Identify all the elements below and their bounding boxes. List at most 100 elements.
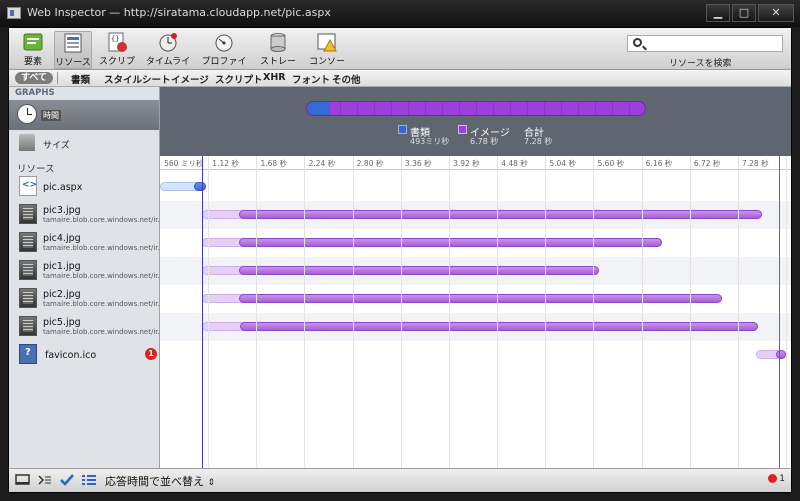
legend-value: 7.28 秒 <box>524 137 553 146</box>
resource-item-pic5[interactable]: pic5.jpg tamaire.blob.core.windows.net/i… <box>9 313 164 341</box>
ruler-tick-label: 5.60 秒 <box>597 159 625 168</box>
timeline-row[interactable] <box>160 229 791 257</box>
timeline-gridline <box>400 156 402 468</box>
resources-icon <box>62 32 84 54</box>
sort-label: 応答時間で並べ替え <box>105 475 204 488</box>
download-bar <box>239 210 762 219</box>
summary-document-segment <box>307 102 331 115</box>
console-toggle-icon[interactable] <box>37 473 53 487</box>
app-icon <box>7 7 21 19</box>
ruler-tick-label: 7.28 秒 <box>742 159 769 168</box>
ruler-tick-label: 3.36 秒 <box>404 159 432 168</box>
resources-sidebar: GRAPHS 時間 サイズ リソース pic.aspx pic3.jpg tam… <box>9 87 164 468</box>
filter-stylesheets[interactable]: スタイルシート <box>104 72 171 86</box>
timeline-gridline <box>304 156 306 468</box>
tab-timeline[interactable]: タイムライン <box>143 31 193 80</box>
graph-size-label: サイズ <box>43 141 70 151</box>
resource-host: tamaire.blob.core.windows.net/ir... <box>43 216 165 224</box>
resource-host: tamaire.blob.core.windows.net/ir... <box>43 300 165 308</box>
inspector-frame: 要素 リソース {} スクリプト タイムライン <box>8 27 792 493</box>
search-label: リソースを検索 <box>669 59 732 69</box>
legend-swatch <box>398 125 407 134</box>
tab-resources[interactable]: リソース <box>54 31 92 69</box>
maximize-button[interactable]: □ <box>732 4 756 22</box>
graph-time-item[interactable]: 時間 <box>9 100 159 130</box>
tab-elements[interactable]: 要素 <box>15 31 51 69</box>
tab-console[interactable]: コンソール <box>305 31 349 80</box>
image-file-icon <box>19 204 37 224</box>
ruler-tick-label: 3.92 秒 <box>453 159 480 168</box>
graphs-header: GRAPHS <box>15 88 55 98</box>
resource-host: tamaire.blob.core.windows.net/ir... <box>43 328 165 336</box>
timeline-row[interactable] <box>160 201 791 229</box>
image-file-icon <box>19 316 37 336</box>
filter-scripts[interactable]: スクリプト <box>215 72 263 86</box>
tab-scripts[interactable]: {} スクリプト <box>97 31 137 80</box>
filter-images[interactable]: イメージ <box>171 72 209 86</box>
filter-all[interactable]: すべて <box>15 72 54 84</box>
image-file-icon <box>19 260 37 280</box>
console-icon <box>316 31 338 53</box>
resource-item-pic4[interactable]: pic4.jpg tamaire.blob.core.windows.net/i… <box>9 229 164 257</box>
search-input[interactable] <box>646 37 780 51</box>
sort-arrow-icon: ⇕ <box>207 478 216 488</box>
close-button[interactable]: ✕ <box>758 4 794 22</box>
timeline-row[interactable] <box>160 313 791 341</box>
filter-documents[interactable]: 書類 <box>71 72 90 86</box>
timeline-gridline <box>208 156 210 468</box>
tab-profiles[interactable]: プロファイル <box>199 31 249 80</box>
profiles-icon <box>213 31 235 53</box>
legend-swatch <box>458 125 467 134</box>
download-bar <box>239 294 722 303</box>
minimize-button[interactable]: ▁ <box>706 4 730 22</box>
timeline-row[interactable] <box>160 285 791 313</box>
timeline-row[interactable] <box>160 341 791 369</box>
error-count: 1 <box>779 474 785 484</box>
resource-name: pic5.jpg <box>43 317 81 328</box>
list-view-icon[interactable] <box>81 473 97 487</box>
sort-select[interactable]: 応答時間で並べ替え ⇕ <box>105 473 215 489</box>
timeline-gridline <box>448 156 450 468</box>
resource-host: tamaire.blob.core.windows.net/ir... <box>43 244 165 252</box>
dock-toggle-icon[interactable] <box>15 473 31 487</box>
ruler-tick-label: 2.24 秒 <box>308 159 336 168</box>
timeline-row[interactable] <box>160 173 791 201</box>
resource-filter-bar: すべて 書類 スタイルシート イメージ スクリプト XHR フォント その他 <box>9 70 791 87</box>
timeline-row[interactable] <box>160 257 791 285</box>
ruler-tick-label: 6.72 秒 <box>693 159 721 168</box>
load-event-line <box>779 156 781 468</box>
timeline-gridline <box>256 156 258 468</box>
resource-item-pic1[interactable]: pic1.jpg tamaire.blob.core.windows.net/i… <box>9 257 164 285</box>
resource-name: pic3.jpg <box>43 205 81 216</box>
download-bar <box>193 182 207 191</box>
summary-bar <box>306 101 646 116</box>
timeline-gridline <box>737 156 739 468</box>
resource-item-pic-aspx[interactable]: pic.aspx <box>9 173 159 201</box>
filter-other[interactable]: その他 <box>332 72 361 86</box>
resource-host: tamaire.blob.core.windows.net/ir... <box>43 272 165 280</box>
timeline-gridline <box>352 156 354 468</box>
clock-icon <box>17 104 37 124</box>
resource-item-pic3[interactable]: pic3.jpg tamaire.blob.core.windows.net/i… <box>9 201 164 229</box>
error-counter[interactable]: 1 <box>768 474 785 484</box>
title-bar: Web Inspector — http://siratama.cloudapp… <box>0 0 800 27</box>
timeline-gridline <box>786 156 787 468</box>
inspector-window: Web Inspector — http://siratama.cloudapp… <box>0 0 800 501</box>
timeline-icon <box>157 31 179 53</box>
image-file-icon <box>19 288 37 308</box>
search-box[interactable] <box>627 35 783 52</box>
resource-item-pic2[interactable]: pic2.jpg tamaire.blob.core.windows.net/i… <box>9 285 164 313</box>
ruler-tick-label: 2.80 秒 <box>356 159 384 168</box>
tab-elements-label: 要素 <box>23 57 42 67</box>
filter-xhr[interactable]: XHR <box>263 72 286 83</box>
resource-name: pic4.jpg <box>43 233 81 244</box>
checkmark-icon[interactable] <box>59 473 75 487</box>
resource-item-favicon[interactable]: favicon.ico 1 <box>9 341 159 369</box>
ruler-tick-label: 1.12 秒 <box>212 159 239 168</box>
timeline-panel: 書類 493ミリ秒 イメージ 6.78 秒 合計 7.28 秒 560 ミリ秒 1… <box>160 87 791 468</box>
favicon-file-icon <box>19 344 37 364</box>
tab-storage[interactable]: ストレージ <box>257 31 299 80</box>
graph-size-item[interactable]: サイズ <box>9 130 159 156</box>
resource-name: pic.aspx <box>43 182 83 193</box>
filter-fonts[interactable]: フォント <box>292 72 330 86</box>
